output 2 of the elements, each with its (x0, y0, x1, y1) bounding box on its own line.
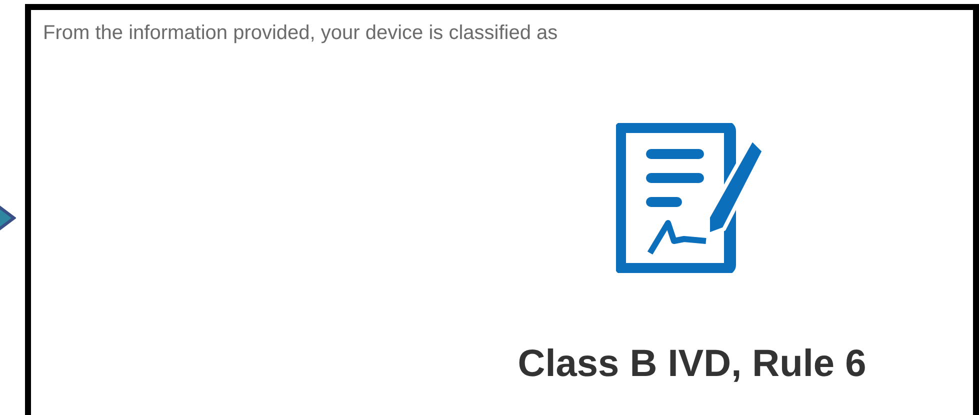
classification-title: Class B IVD, Rule 6 (518, 343, 866, 386)
intro-text: From the information provided, your device is classified as (42, 21, 559, 45)
